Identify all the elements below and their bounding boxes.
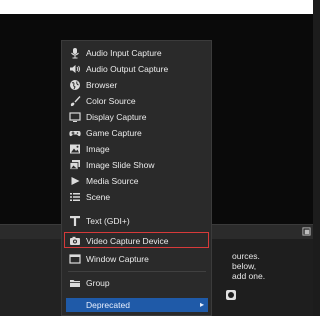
slideshow-icon xyxy=(69,160,80,170)
menu-item-label: Audio Output Capture xyxy=(86,64,169,74)
menu-item-scene[interactable]: Scene xyxy=(66,189,208,205)
menu-item-label: Deprecated xyxy=(86,300,130,310)
monitor-icon xyxy=(69,112,81,122)
globe-icon xyxy=(70,80,80,90)
menu-item-label: Scene xyxy=(86,192,111,202)
menu-item-label: Color Source xyxy=(86,96,136,106)
menu-item-label: Browser xyxy=(86,80,118,90)
gamepad-icon xyxy=(69,131,81,137)
menu-item-group[interactable]: Group xyxy=(66,275,208,291)
text-icon xyxy=(70,216,80,226)
menu-item-window-capture[interactable]: Window Capture xyxy=(66,251,208,267)
menu-item-media-source[interactable]: Media Source xyxy=(66,173,208,189)
menu-item-label: Image xyxy=(86,144,110,154)
menu-item-image[interactable]: Image xyxy=(66,141,208,157)
speaker-icon xyxy=(70,65,80,73)
source-lock-icon[interactable] xyxy=(226,290,236,300)
menu-item-audio-input-capture[interactable]: Audio Input Capture xyxy=(66,45,208,61)
menu-item-display-capture[interactable]: Display Capture xyxy=(66,109,208,125)
menu-item-color-source[interactable]: Color Source xyxy=(66,93,208,109)
menu-item-label: Text (GDI+) xyxy=(86,216,130,226)
list-icon xyxy=(70,193,80,201)
folder-icon xyxy=(70,280,80,287)
menu-item-label: Display Capture xyxy=(86,112,147,122)
submenu-arrow-icon: ▸ xyxy=(199,300,204,309)
menu-separator xyxy=(68,271,206,272)
menu-item-label: Game Capture xyxy=(86,128,142,138)
add-source-menu: Audio Input Capture Audio Output Capture… xyxy=(61,40,212,316)
sources-hint-text: ources. below, add one. xyxy=(232,251,266,281)
play-icon xyxy=(71,177,80,185)
menu-item-label: Window Capture xyxy=(86,254,149,264)
menu-item-image-slide-show[interactable]: Image Slide Show xyxy=(66,157,208,173)
undock-icon-right[interactable] xyxy=(302,227,311,236)
menu-item-label: Media Source xyxy=(86,176,139,186)
menu-item-text-gdi[interactable]: Text (GDI+) xyxy=(66,213,208,229)
brush-icon xyxy=(70,96,81,107)
image-icon xyxy=(70,144,80,154)
microphone-icon xyxy=(71,48,79,59)
menu-item-label: Image Slide Show xyxy=(86,160,155,170)
highlight-annotation xyxy=(64,232,209,248)
menu-item-game-capture[interactable]: Game Capture xyxy=(66,125,208,141)
menu-item-deprecated[interactable]: Deprecated ▸ xyxy=(66,298,208,312)
menu-item-browser[interactable]: Browser xyxy=(66,77,208,93)
window-icon xyxy=(69,254,81,264)
menu-item-audio-output-capture[interactable]: Audio Output Capture xyxy=(66,61,208,77)
menu-item-label: Group xyxy=(86,278,110,288)
top-toolbar xyxy=(0,0,313,14)
menu-item-label: Audio Input Capture xyxy=(86,48,162,58)
